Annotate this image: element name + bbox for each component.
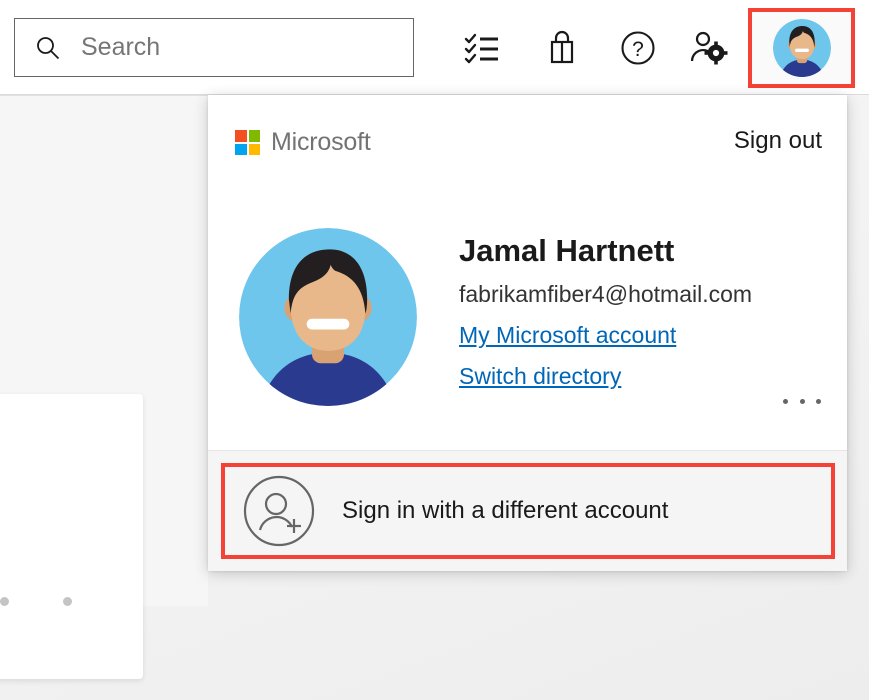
switch-account-row[interactable]: Sign in with a different account <box>221 463 835 559</box>
panel-header: Microsoft Sign out <box>208 95 847 190</box>
user-settings-icon[interactable] <box>684 24 732 72</box>
tasks-checklist-icon[interactable] <box>458 24 506 72</box>
search-box[interactable] <box>14 18 414 77</box>
identity-section: Jamal Hartnett fabrikamfiber4@hotmail.co… <box>208 190 847 450</box>
search-input[interactable] <box>79 32 383 63</box>
account-avatar-button[interactable] <box>748 8 855 88</box>
carousel-dot[interactable] <box>0 597 9 606</box>
panel-footer: Sign in with a different account <box>208 450 847 571</box>
more-actions-button[interactable] <box>783 388 821 414</box>
avatar <box>773 19 831 77</box>
microsoft-wordmark: Microsoft <box>271 128 371 157</box>
ellipsis-dot <box>783 399 788 404</box>
switch-account-label: Sign in with a different account <box>342 497 668 525</box>
ellipsis-dot <box>816 399 821 404</box>
top-toolbar: ? <box>0 0 869 95</box>
app-backdrop: ? <box>0 0 869 700</box>
left-content-card <box>0 394 143 679</box>
user-email: fabrikamfiber4@hotmail.com <box>459 280 819 309</box>
svg-text:?: ? <box>632 38 644 61</box>
user-display-name: Jamal Hartnett <box>459 232 819 269</box>
my-microsoft-account-link[interactable]: My Microsoft account <box>459 321 676 350</box>
marketplace-bag-icon[interactable] <box>538 24 586 72</box>
ellipsis-dot <box>800 399 805 404</box>
switch-directory-link[interactable]: Switch directory <box>459 362 621 391</box>
account-flyout-panel: Microsoft Sign out Jamal Hart <box>208 95 847 570</box>
avatar <box>239 228 417 406</box>
help-question-icon[interactable]: ? <box>614 24 662 72</box>
search-icon <box>35 35 61 61</box>
add-person-icon <box>243 475 315 547</box>
carousel-dot[interactable] <box>63 597 72 606</box>
microsoft-brand: Microsoft <box>235 128 371 157</box>
sign-out-button[interactable]: Sign out <box>734 127 822 155</box>
microsoft-logo-icon <box>235 130 260 155</box>
identity-details: Jamal Hartnett fabrikamfiber4@hotmail.co… <box>459 232 819 390</box>
